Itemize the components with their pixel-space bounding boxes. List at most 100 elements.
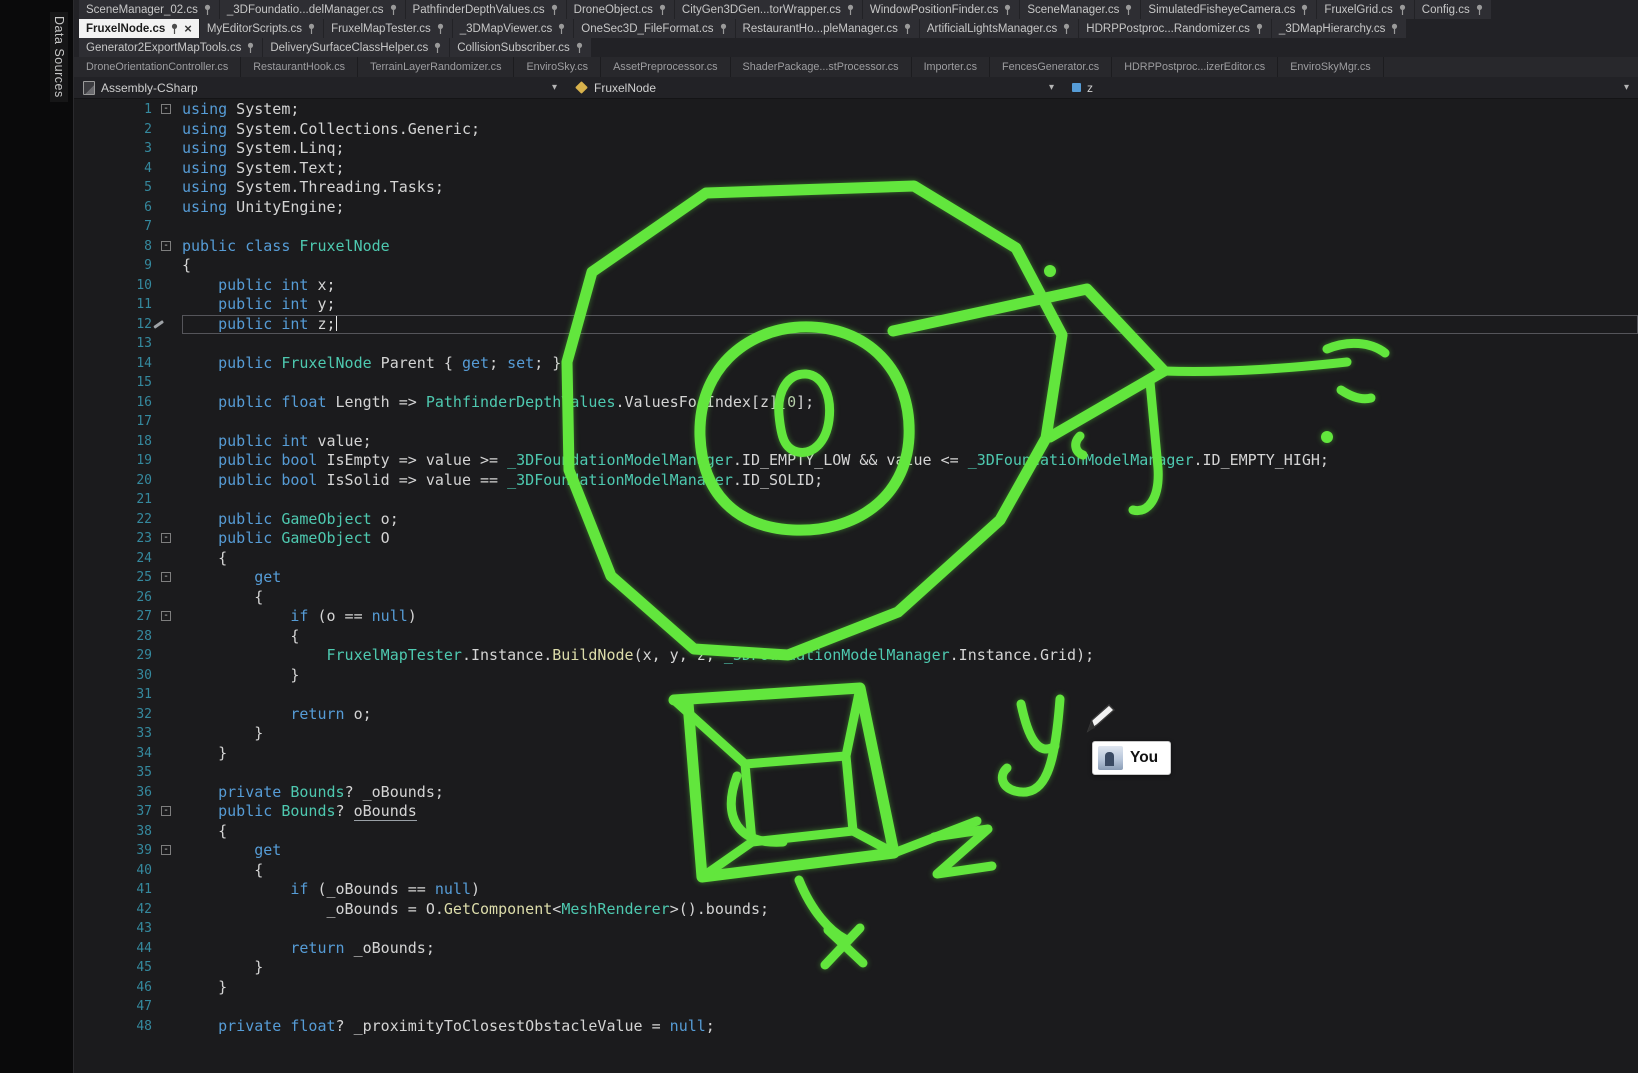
pin-icon[interactable]: [203, 4, 212, 16]
pin-icon[interactable]: [1003, 4, 1012, 16]
breakpoint-margin[interactable]: [74, 100, 104, 120]
tab-fruxelnode-cs[interactable]: FruxelNode.cs×: [79, 19, 199, 38]
code-line-22[interactable]: 22 public GameObject o;: [74, 510, 1638, 530]
code-line-33[interactable]: 33 }: [74, 724, 1638, 744]
breakpoint-margin[interactable]: [74, 627, 104, 647]
breakpoint-margin[interactable]: [74, 373, 104, 393]
code-line-12[interactable]: 12 public int z;: [74, 315, 1638, 335]
tab-deliverysurfaceclasshelper-cs[interactable]: DeliverySurfaceClassHelper.cs: [263, 38, 449, 57]
code-line-40[interactable]: 40 {: [74, 861, 1638, 881]
pin-icon[interactable]: [557, 23, 566, 35]
breakpoint-margin[interactable]: [74, 744, 104, 764]
breakpoint-margin[interactable]: [74, 529, 104, 549]
pin-icon[interactable]: [389, 4, 398, 16]
breakpoint-margin[interactable]: [74, 510, 104, 530]
breakpoint-margin[interactable]: [74, 393, 104, 413]
code-line-2[interactable]: 2using System.Collections.Generic;: [74, 120, 1638, 140]
code-line-47[interactable]: 47: [74, 997, 1638, 1017]
code-line-19[interactable]: 19 public bool IsEmpty => value >= _3DFo…: [74, 451, 1638, 471]
code-line-26[interactable]: 26 {: [74, 588, 1638, 608]
code-line-7[interactable]: 7: [74, 217, 1638, 237]
breakpoint-margin[interactable]: [74, 724, 104, 744]
breakpoint-margin[interactable]: [74, 256, 104, 276]
breakpoint-margin[interactable]: [74, 588, 104, 608]
fold-collapse-marker[interactable]: -: [161, 845, 171, 855]
tab-shaderpackage-stprocessor-cs[interactable]: ShaderPackage...stProcessor.cs: [731, 57, 912, 77]
type-dropdown[interactable]: FruxelNode ▾: [566, 77, 1063, 98]
tab-simulatedfisheyecamera-cs[interactable]: SimulatedFisheyeCamera.cs: [1141, 0, 1316, 19]
breakpoint-margin[interactable]: [74, 900, 104, 920]
tab-scenemanager-cs[interactable]: SceneManager.cs: [1020, 0, 1140, 19]
breakpoint-margin[interactable]: [74, 685, 104, 705]
tab-fencesgenerator-cs[interactable]: FencesGenerator.cs: [990, 57, 1112, 77]
chevron-down-icon[interactable]: ▾: [1624, 82, 1629, 93]
code-line-13[interactable]: 13: [74, 334, 1638, 354]
code-line-16[interactable]: 16 public float Length => PathfinderDept…: [74, 393, 1638, 413]
breakpoint-margin[interactable]: [74, 139, 104, 159]
pin-icon[interactable]: [246, 42, 255, 54]
code-line-30[interactable]: 30 }: [74, 666, 1638, 686]
pin-icon[interactable]: [658, 4, 667, 16]
tab-restaurantho-plemanager-cs[interactable]: RestaurantHo...pleManager.cs: [736, 19, 919, 38]
tab-citygen3dgen-torwrapper-cs[interactable]: CityGen3DGen...torWrapper.cs: [675, 0, 862, 19]
breakpoint-margin[interactable]: [74, 841, 104, 861]
code-line-29[interactable]: 29 FruxelMapTester.Instance.BuildNode(x,…: [74, 646, 1638, 666]
breakpoint-margin[interactable]: [74, 568, 104, 588]
tab-hdrppostproc-randomizer-cs[interactable]: HDRPPostproc...Randomizer.cs: [1079, 19, 1271, 38]
tab-fruxelmaptester-cs[interactable]: FruxelMapTester.cs: [324, 19, 452, 38]
tab-3dfoundatio-delmanager-cs[interactable]: _3DFoundatio...delManager.cs: [220, 0, 405, 19]
data-sources-tab[interactable]: Data Sources: [50, 12, 68, 102]
tab-onesec3d-fileformat-cs[interactable]: OneSec3D_FileFormat.cs: [574, 19, 734, 38]
code-line-45[interactable]: 45 }: [74, 958, 1638, 978]
breakpoint-margin[interactable]: [74, 451, 104, 471]
tab-assetpreprocessor-cs[interactable]: AssetPreprocessor.cs: [601, 57, 730, 77]
code-line-24[interactable]: 24 {: [74, 549, 1638, 569]
code-line-39[interactable]: 39- get: [74, 841, 1638, 861]
code-line-38[interactable]: 38 {: [74, 822, 1638, 842]
breakpoint-margin[interactable]: [74, 276, 104, 296]
chevron-down-icon[interactable]: ▾: [1049, 82, 1054, 93]
pin-icon[interactable]: [170, 23, 179, 35]
breakpoint-margin[interactable]: [74, 549, 104, 569]
pin-icon[interactable]: [1300, 4, 1309, 16]
breakpoint-margin[interactable]: [74, 159, 104, 179]
tab-pathfinderdepthvalues-cs[interactable]: PathfinderDepthValues.cs: [406, 0, 566, 19]
member-dropdown[interactable]: z ▾: [1063, 77, 1638, 98]
code-line-4[interactable]: 4using System.Text;: [74, 159, 1638, 179]
code-editor[interactable]: 1-using System;2using System.Collections…: [74, 99, 1638, 1073]
breakpoint-margin[interactable]: [74, 919, 104, 939]
breakpoint-margin[interactable]: [74, 432, 104, 452]
tab-terrainlayerrandomizer-cs[interactable]: TerrainLayerRandomizer.cs: [358, 57, 514, 77]
tab-scenemanager-02-cs[interactable]: SceneManager_02.cs: [79, 0, 219, 19]
tab-windowpositionfinder-cs[interactable]: WindowPositionFinder.cs: [863, 0, 1019, 19]
close-icon[interactable]: ×: [184, 22, 192, 35]
breakpoint-margin[interactable]: [74, 295, 104, 315]
code-line-8[interactable]: 8-public class FruxelNode: [74, 237, 1638, 257]
pin-icon[interactable]: [1124, 4, 1133, 16]
pin-icon[interactable]: [307, 23, 316, 35]
fold-collapse-marker[interactable]: -: [161, 241, 171, 251]
tab-myeditorscripts-cs[interactable]: MyEditorScripts.cs: [200, 19, 323, 38]
code-line-36[interactable]: 36 private Bounds? _oBounds;: [74, 783, 1638, 803]
pin-icon[interactable]: [846, 4, 855, 16]
pin-icon[interactable]: [550, 4, 559, 16]
breakpoint-margin[interactable]: [74, 763, 104, 783]
code-line-1[interactable]: 1-using System;: [74, 100, 1638, 120]
pin-icon[interactable]: [575, 42, 584, 54]
code-line-41[interactable]: 41 if (_oBounds == null): [74, 880, 1638, 900]
code-line-42[interactable]: 42 _oBounds = O.GetComponent<MeshRendere…: [74, 900, 1638, 920]
pin-icon[interactable]: [1475, 4, 1484, 16]
code-line-28[interactable]: 28 {: [74, 627, 1638, 647]
code-line-35[interactable]: 35: [74, 763, 1638, 783]
code-line-44[interactable]: 44 return _oBounds;: [74, 939, 1638, 959]
breakpoint-margin[interactable]: [74, 490, 104, 510]
tab-collisionsubscriber-cs[interactable]: CollisionSubscriber.cs: [450, 38, 591, 57]
code-line-31[interactable]: 31: [74, 685, 1638, 705]
fold-collapse-marker[interactable]: -: [161, 572, 171, 582]
code-line-6[interactable]: 6using UnityEngine;: [74, 198, 1638, 218]
code-line-48[interactable]: 48 private float? _proximityToClosestObs…: [74, 1017, 1638, 1037]
pin-icon[interactable]: [1255, 23, 1264, 35]
code-line-9[interactable]: 9{: [74, 256, 1638, 276]
tab-config-cs[interactable]: Config.cs: [1415, 0, 1491, 19]
code-line-20[interactable]: 20 public bool IsSolid => value == _3DFo…: [74, 471, 1638, 491]
